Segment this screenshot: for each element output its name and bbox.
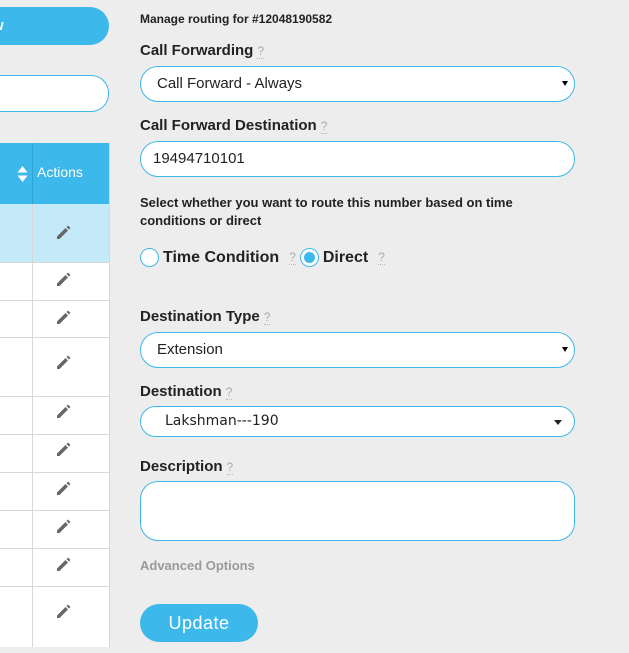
numbers-table: Actions: [0, 143, 110, 647]
pencil-icon[interactable]: [55, 308, 73, 326]
column-divider: [32, 473, 33, 510]
column-divider: [32, 435, 33, 472]
chevron-down-icon: [554, 420, 562, 425]
sort-icon[interactable]: [17, 165, 28, 183]
help-icon[interactable]: ?: [225, 385, 233, 400]
column-divider: [32, 263, 33, 300]
description-label-text: Description: [140, 458, 223, 475]
column-divider: [32, 301, 33, 337]
chevron-down-icon: [562, 81, 568, 86]
search-input[interactable]: [0, 75, 109, 112]
table-row[interactable]: [0, 301, 109, 338]
table-row[interactable]: [0, 397, 109, 435]
pencil-icon[interactable]: [55, 555, 73, 573]
chevron-down-icon: [562, 347, 568, 352]
call-forwarding-value: Call Forward - Always: [157, 75, 303, 92]
column-divider: [32, 204, 33, 262]
pencil-icon[interactable]: [55, 270, 73, 288]
table-header: Actions: [0, 143, 109, 204]
destination-select[interactable]: Lakshman---190: [140, 406, 575, 437]
destination-label-text: Destination: [140, 383, 222, 400]
table-row[interactable]: [0, 473, 109, 511]
new-button-label: w: [0, 17, 4, 34]
pencil-icon[interactable]: [55, 479, 73, 497]
destination-type-label: Destination Type?: [140, 308, 271, 325]
table-row[interactable]: [0, 549, 109, 587]
direct-radio[interactable]: [299, 248, 319, 267]
help-icon[interactable]: ?: [289, 250, 296, 265]
header-divider: [32, 143, 33, 204]
column-divider: [32, 549, 33, 586]
destination-type-value: Extension: [157, 341, 223, 358]
column-divider: [32, 338, 33, 396]
table-row[interactable]: [0, 435, 109, 473]
description-label: Description?: [140, 458, 234, 475]
pencil-icon[interactable]: [55, 353, 73, 371]
help-icon[interactable]: ?: [378, 250, 385, 265]
help-icon[interactable]: ?: [257, 44, 265, 59]
page-title: Manage routing for #12048190582: [140, 12, 333, 26]
destination-type-label-text: Destination Type: [140, 308, 260, 325]
call-forwarding-label: Call Forwarding?: [140, 42, 265, 59]
pencil-icon[interactable]: [55, 440, 73, 458]
column-divider: [32, 511, 33, 548]
left-panel: w Actions: [0, 0, 112, 653]
table-row[interactable]: [0, 204, 109, 263]
destination-label: Destination?: [140, 383, 233, 400]
call-forward-destination-input[interactable]: 19494710101: [140, 141, 575, 177]
call-forward-destination-label: Call Forward Destination?: [140, 117, 328, 134]
table-row[interactable]: [0, 263, 109, 301]
destination-value: Lakshman---190: [165, 413, 279, 429]
call-forward-destination-label-text: Call Forward Destination: [140, 117, 317, 134]
pencil-icon[interactable]: [55, 517, 73, 535]
routing-radio-group: Time Condition ? Direct ?: [140, 248, 385, 267]
destination-type-select[interactable]: Extension: [140, 332, 575, 368]
time-condition-radio[interactable]: [140, 248, 159, 267]
direct-label[interactable]: Direct: [323, 249, 368, 267]
update-button[interactable]: Update: [140, 604, 258, 642]
routing-page: w Actions: [0, 0, 629, 653]
call-forwarding-select[interactable]: Call Forward - Always: [140, 66, 575, 102]
table-row[interactable]: [0, 587, 109, 647]
advanced-options-link[interactable]: Advanced Options: [140, 558, 255, 573]
route-instruction: Select whether you want to route this nu…: [140, 195, 513, 228]
new-button[interactable]: w: [0, 7, 109, 45]
pencil-icon[interactable]: [55, 223, 73, 241]
column-divider: [32, 587, 33, 647]
help-icon[interactable]: ?: [320, 119, 328, 134]
column-divider: [32, 397, 33, 434]
pencil-icon[interactable]: [55, 402, 73, 420]
help-icon[interactable]: ?: [263, 310, 271, 325]
help-icon[interactable]: ?: [226, 460, 234, 475]
table-row[interactable]: [0, 511, 109, 549]
time-condition-label[interactable]: Time Condition: [163, 249, 279, 267]
description-textarea[interactable]: [140, 481, 575, 541]
call-forward-destination-value: 19494710101: [153, 150, 245, 167]
table-row[interactable]: [0, 338, 109, 397]
pencil-icon[interactable]: [55, 602, 73, 620]
actions-header: Actions: [37, 164, 83, 180]
call-forwarding-label-text: Call Forwarding: [140, 42, 254, 59]
